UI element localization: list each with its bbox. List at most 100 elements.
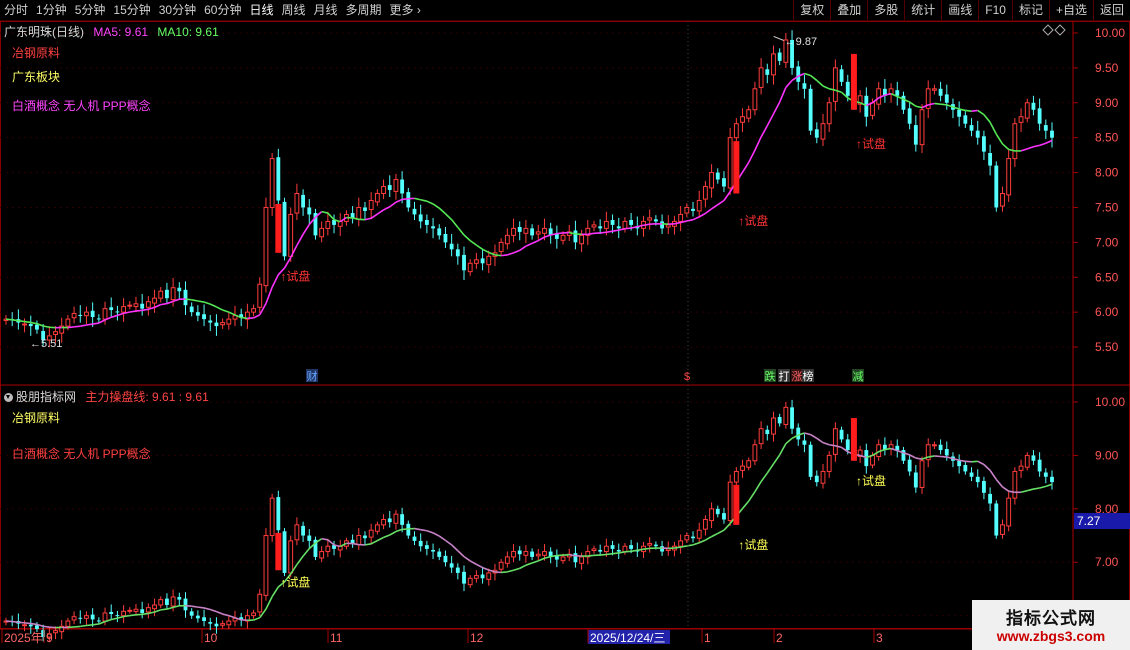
upper-ma-segment [754, 136, 762, 151]
upper-signal-label: ↑试盘 [738, 213, 768, 228]
lower-ma-segment [1027, 488, 1034, 492]
lower-candle-body [387, 518, 392, 523]
period-tab-2[interactable]: 5分钟 [71, 0, 110, 20]
indicator-title[interactable]: 股朋指标网 [16, 390, 76, 404]
lower-candle-body [870, 454, 875, 466]
period-tab-1[interactable]: 1分钟 [32, 0, 71, 20]
upper-candle-body [832, 67, 838, 102]
period-tab-10[interactable]: 更多 › [386, 0, 425, 20]
x-axis-label: 2025年 [4, 631, 43, 645]
upper-candle-body [845, 81, 850, 96]
period-tab-5[interactable]: 60分钟 [200, 0, 245, 20]
lower-candle-body [752, 444, 758, 462]
lower-ma-segment [624, 550, 632, 553]
upper-ma-segment [519, 245, 527, 252]
upper-ma-segment [692, 216, 700, 221]
lower-ma-segment [995, 478, 1004, 488]
lower-candle-body [412, 536, 417, 541]
upper-ma-segment [606, 230, 613, 234]
lower-candle-body [473, 575, 479, 579]
period-tab-8[interactable]: 月线 [310, 0, 342, 20]
lower-ma-segment [395, 528, 403, 533]
toolbar-action-4[interactable]: 画线 [941, 0, 978, 20]
lower-ma-segment [451, 544, 459, 552]
lower-candle-body [202, 617, 206, 621]
upper-ma-segment [265, 286, 273, 304]
upper-ma-segment [5, 318, 13, 321]
upper-candle-body [115, 311, 120, 313]
lower-candle-body [616, 549, 621, 552]
lower-candle-body [467, 577, 473, 586]
upper-ma-segment [1033, 144, 1040, 148]
event-marker: 打 [779, 369, 790, 383]
upper-ma-segment [556, 232, 564, 235]
upper-candle-body [1024, 102, 1030, 119]
upper-ma-segment [600, 231, 607, 234]
upper-candle-body [981, 136, 986, 152]
toolbar-action-2[interactable]: 多股 [867, 0, 904, 20]
period-tabs: 分时 1分钟 5分钟 15分钟 30分钟 60分钟 日线 周线 月线 多周期 更多 › [0, 0, 425, 20]
lower-ma-segment [111, 617, 118, 621]
period-tab-4[interactable]: 30分钟 [155, 0, 200, 20]
period-tab-3[interactable]: 15分钟 [109, 0, 154, 20]
kline-chart[interactable]: 10.00 9.50 9.00 8.50 8.00 7.50 7.00 6.50 6.00 5.5… [0, 21, 1130, 650]
lower-ma-segment [612, 552, 619, 555]
lower-ma-segment [513, 567, 520, 572]
lower-ma-segment [983, 463, 991, 471]
lower-candle-body [931, 444, 937, 447]
upper-ma-segment [327, 212, 335, 221]
upper-candle-body [864, 95, 869, 117]
lower-ma-segment [191, 605, 198, 608]
lower-ma-segment [302, 548, 310, 557]
toolbar-action-0[interactable]: 复权 [793, 0, 830, 20]
lower-candle-body [301, 525, 306, 536]
upper-candle-body [826, 102, 832, 125]
period-tab-0[interactable]: 分时 [0, 0, 32, 20]
upper-ma-segment [1020, 148, 1028, 152]
upper-candle-body [1000, 193, 1005, 207]
lower-candle-body [907, 459, 912, 472]
lower-candle-body [802, 440, 807, 445]
period-tab-7[interactable]: 周线 [277, 0, 309, 20]
toolbar-action-6[interactable]: 标记 [1011, 0, 1049, 20]
lower-candle-body [127, 609, 133, 612]
upper-candle-body [796, 66, 801, 82]
toolbar-action-7[interactable]: +自选 [1048, 0, 1093, 20]
lower-candle-body [715, 508, 720, 515]
upper-candle-body [560, 234, 566, 241]
upper-candle-body [257, 283, 263, 308]
lower-candle-body [629, 545, 634, 549]
upper-ma-segment [185, 298, 192, 301]
upper-candle-body [467, 262, 473, 273]
upper-ma-segment [216, 306, 223, 311]
stock-title[interactable]: 广东明珠(日线) [4, 25, 84, 39]
toolbar-action-5[interactable]: F10 [978, 0, 1012, 20]
lower-candle-body [913, 472, 918, 488]
lower-candle-body [573, 553, 578, 563]
upper-candle-body [498, 241, 504, 252]
lower-candle-body [381, 519, 386, 526]
toolbar-action-8[interactable]: 返回 [1092, 0, 1130, 20]
lower-candle-body [102, 612, 108, 622]
lower-candle-body [424, 545, 429, 549]
lower-candle-body [374, 524, 380, 532]
indicator-menu-icon[interactable] [4, 393, 13, 402]
upper-candle-body [665, 224, 671, 228]
lower-candle-body [498, 561, 504, 570]
toolbar-action-3[interactable]: 统计 [904, 0, 941, 20]
lower-ma-segment [67, 626, 75, 629]
upper-candle-body [35, 324, 39, 330]
lower-ma-segment [253, 616, 261, 621]
lower-ma-segment [160, 608, 168, 611]
lower-candle-body [418, 540, 423, 547]
period-tab-9[interactable]: 多周期 [342, 0, 386, 20]
upper-candle-body [988, 153, 993, 166]
lower-candle-body [455, 567, 460, 573]
lower-ma-segment [637, 548, 644, 552]
lower-ma-segment [748, 491, 756, 502]
lower-candle-body [938, 444, 943, 451]
period-tab-6[interactable]: 日线 [245, 0, 277, 20]
upper-ma-segment [704, 208, 713, 215]
upper-ma-segment [723, 191, 731, 201]
toolbar-action-1[interactable]: 叠加 [830, 0, 867, 20]
